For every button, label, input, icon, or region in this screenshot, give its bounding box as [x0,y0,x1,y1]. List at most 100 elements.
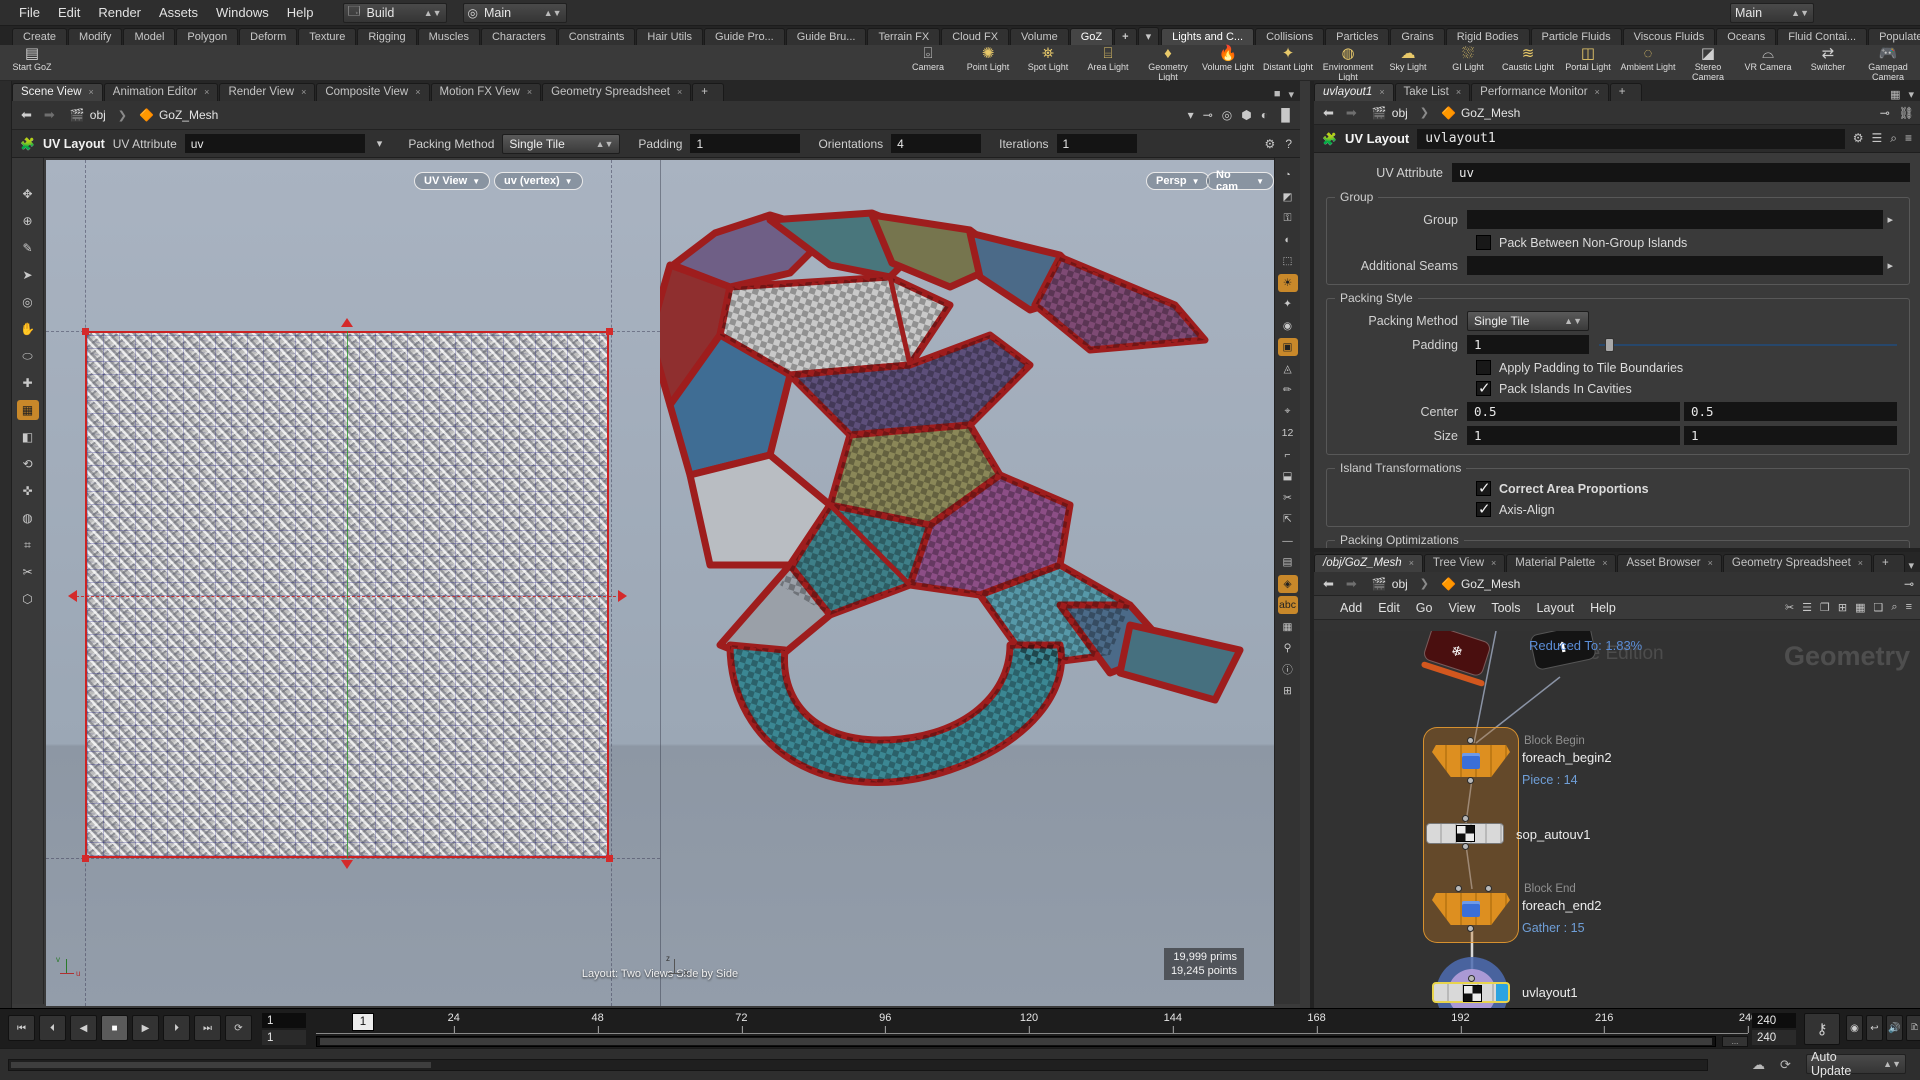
network-graph[interactable]: Geometry Indie Edition ❄ ⬆❄ Reduced To: … [1314,631,1920,1012]
shelf-tab[interactable]: Muscles [418,28,480,45]
pane-tab[interactable]: /obj/GoZ_Mesh× [1314,554,1423,572]
shelf-tab[interactable]: + [1114,28,1136,45]
padding-slider[interactable] [1599,336,1897,354]
pane-tab[interactable]: Material Palette× [1506,554,1616,572]
size-x-field[interactable]: 1 [1467,426,1680,445]
pane-link-icon[interactable]: ⛓ [1899,106,1914,120]
center-x-field[interactable]: 0.5 [1467,402,1680,421]
breadcrumb-obj[interactable]: 🎬obj [64,107,112,123]
node-name-field[interactable]: uvlayout1 [1417,129,1844,149]
pin-icon[interactable]: ⊸ [1203,108,1213,122]
pane-maximize-icon[interactable]: ■ [1274,88,1281,101]
pane-tab[interactable]: Composite View× [316,83,429,101]
packing-method-dropdown[interactable]: Single Tile▲▼ [1467,311,1589,331]
grid-icon[interactable]: ⊞ [1838,601,1847,614]
range-end-field[interactable]: 240 [1752,1013,1796,1028]
scene-combo[interactable]: ◎ Main ▲▼ [463,3,567,23]
goz-mesh-model[interactable] [660,200,1274,808]
shelf-tool[interactable]: ♦ Geometry Light [1138,46,1198,82]
shelf-tool[interactable]: ⌻ Camera [898,46,958,72]
shelf-tab[interactable]: Oceans [1716,28,1776,45]
breadcrumb-node[interactable]: 🔶GoZ_Mesh [1435,105,1526,121]
uv-top-handle[interactable] [341,318,353,327]
auto-update-combo[interactable]: Auto Update▲▼ [1806,1054,1906,1074]
shelf-tool[interactable]: ◫ Portal Light [1558,46,1618,72]
uv-bottom-handle[interactable] [341,860,353,869]
shelf-tab[interactable]: Grains [1390,28,1444,45]
network-menu-item[interactable]: Go [1408,598,1441,618]
close-icon[interactable]: × [1456,87,1461,97]
global-end-field[interactable]: 240 [1752,1030,1796,1045]
layout-grid-icon[interactable]: ▦ [1855,601,1865,614]
motion-fx-icon[interactable]: ◉ [1846,1015,1863,1041]
size-y-field[interactable]: 1 [1684,426,1897,445]
shelf-tab[interactable]: Characters [481,28,557,45]
close-icon[interactable]: × [415,87,420,97]
pin-icon[interactable]: ⊸ [1904,577,1914,591]
shelf-tool[interactable]: ◍ Environment Light [1318,46,1378,82]
range-start-field[interactable]: 1 [262,1013,306,1028]
close-icon[interactable]: × [1409,558,1414,568]
pane-tab[interactable]: + [1873,554,1905,572]
horizontal-scrollbar[interactable] [8,1059,1708,1071]
padding-field[interactable]: 1 [1467,335,1589,354]
correct-area-checkbox[interactable] [1476,481,1491,496]
pane-tab[interactable]: Asset Browser× [1617,554,1721,572]
shelf-tool[interactable]: ◌ Ambient Light [1618,46,1678,72]
forward-arrow-icon[interactable]: ➡ [1343,105,1360,121]
more-button[interactable]: ... [1722,1036,1748,1047]
close-icon[interactable]: × [301,87,306,97]
menu-item[interactable]: Edit [49,2,89,23]
pane-tab[interactable]: + [692,83,724,101]
shelf-tab[interactable]: Texture [298,28,356,45]
shelf-tab[interactable]: Cloud FX [941,28,1009,45]
shelf-tab[interactable]: Lights and C... [1161,28,1254,45]
desktop-combo[interactable]: 🗔 Build ▲▼ [343,3,447,23]
menu-icon[interactable]: ≡ [1906,601,1912,614]
shelf-tab[interactable]: Viscous Fluids [1623,28,1716,45]
shelf-tab[interactable]: Particles [1325,28,1389,45]
notes-icon[interactable]: 🗈 [1906,1015,1920,1041]
shelf-tab[interactable]: Guide Pro... [704,28,785,45]
pane-tab[interactable]: Performance Monitor× [1471,83,1609,101]
breadcrumb-obj[interactable]: 🎬obj [1366,105,1414,121]
breadcrumb-node[interactable]: 🔶GoZ_Mesh [133,107,224,123]
close-icon[interactable]: × [1858,558,1863,568]
current-frame-marker[interactable]: 1 [352,1013,374,1031]
node-sop-autouv1[interactable] [1426,823,1504,844]
breadcrumb-obj[interactable]: 🎬obj [1366,576,1414,592]
shelf-tool[interactable]: ◪ Stereo Camera [1678,46,1738,82]
shelf-tab[interactable]: Populate Cont... [1868,28,1920,45]
network-menu-item[interactable]: Edit [1370,598,1408,618]
overlay-icon[interactable]: ❑ [1874,601,1884,614]
network-menu-item[interactable]: Help [1582,598,1624,618]
additional-seams-field[interactable] [1467,256,1883,275]
shelf-tab[interactable]: Deform [239,28,297,45]
menu-item[interactable]: Assets [150,2,207,23]
shelf-tool[interactable]: ≋ Caustic Light [1498,46,1558,72]
cut-icon[interactable]: ✂ [1785,601,1794,614]
start-goz-tool[interactable]: ▤ Start GoZ [2,46,62,72]
combo-arrow-icon[interactable]: ▾ [1188,108,1194,122]
uv-left-handle[interactable] [68,590,77,602]
timeline-ruler[interactable]: 24487296120144168192216240 1 [316,1012,1748,1034]
pane-tab[interactable]: Scene View× [12,83,103,101]
back-arrow-icon[interactable]: ⬅ [1320,105,1337,121]
group-select-arrow-icon[interactable]: ▸ [1883,213,1897,226]
shelf-tab[interactable]: Collisions [1255,28,1324,45]
packing-method-dropdown[interactable]: Single Tile▲▼ [502,134,620,154]
forward-arrow-icon[interactable]: ➡ [1343,576,1360,592]
view-type-pill[interactable]: UV View▼ [414,172,490,190]
shelf-tool[interactable]: ⌸ Area Light [1078,46,1138,72]
iterations-input[interactable]: 1 [1057,134,1137,153]
shelf-tool[interactable]: ⛯ Spot Light [1018,46,1078,72]
menu-item[interactable]: File [10,2,49,23]
shelf-tab[interactable]: Terrain FX [867,28,940,45]
key-button[interactable]: ⚷ [1804,1013,1840,1045]
menu-item[interactable]: Windows [207,2,278,23]
pane-tab[interactable]: + [1610,83,1642,101]
shelf-tab[interactable]: Create [12,28,67,45]
menu-item[interactable]: Help [278,2,323,23]
pane-menu-icon[interactable]: ▾ [1908,559,1914,572]
menu-item[interactable]: Render [89,2,150,23]
